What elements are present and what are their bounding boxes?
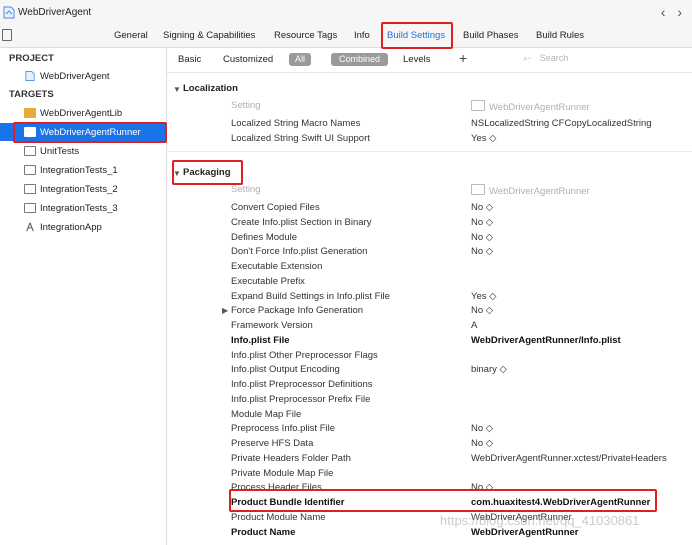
tab-resource-tags[interactable]: Resource Tags [274,30,337,41]
setting-name[interactable]: Preprocess Info.plist File [231,423,335,434]
setting-name[interactable]: Defines Module [231,232,297,243]
tab-build-rules[interactable]: Build Rules [536,30,584,41]
search-icon: ⌕◦ [523,53,532,63]
setting-name[interactable]: Create Info.plist Section in Binary [231,217,371,228]
setting-name[interactable]: Private Module Map File [231,468,333,479]
setting-name[interactable]: Info.plist File [231,335,290,346]
column-header-setting: Setting [231,100,261,111]
target-item[interactable]: IntegrationApp [0,218,166,236]
disclosure-closed-icon[interactable]: ▶ [222,306,228,315]
tab-build-phases[interactable]: Build Phases [463,30,518,41]
target-label: WebDriverAgentLib [40,107,123,119]
setting-value[interactable]: NSLocalizedString CFCopyLocalizedString [471,118,652,129]
search-placeholder: Search [539,53,569,63]
setting-value[interactable]: No ◇ [471,305,493,316]
tab-info[interactable]: Info [354,30,370,41]
setting-value[interactable]: No ◇ [471,438,493,449]
target-item[interactable]: IntegrationTests_2 [0,180,166,198]
setting-value[interactable]: binary ◇ [471,364,507,375]
target-item[interactable]: WebDriverAgentLib [0,104,166,122]
section-localization[interactable]: Localization [183,83,238,94]
setting-name[interactable]: Executable Prefix [231,276,305,287]
setting-value[interactable]: Yes ◇ [471,291,496,302]
target-label: IntegrationTests_1 [40,164,118,176]
setting-value[interactable]: A [471,320,477,331]
setting-name[interactable]: Product Module Name [231,512,326,523]
title-bar: WebDriverAgent ‹ › [0,0,692,24]
view-levels[interactable]: Levels [403,54,430,65]
setting-name[interactable]: Convert Copied Files [231,202,320,213]
setting-name[interactable]: Force Package Info Generation [231,305,363,316]
tab-general[interactable]: General [114,30,148,41]
folder-icon [24,146,36,156]
setting-name[interactable]: Executable Extension [231,261,322,272]
column-header-target: WebDriverAgentRunner [471,100,590,113]
watermark-text: https://blog.csdn.net/qq_41030861 [440,513,640,528]
setting-name[interactable]: Preserve HFS Data [231,438,313,449]
target-folder-icon [471,184,485,195]
setting-name[interactable]: Don't Force Info.plist Generation [231,246,367,257]
setting-name[interactable]: Framework Version [231,320,313,331]
setting-name[interactable]: Module Map File [231,409,301,420]
view-combined[interactable]: Combined [331,53,388,66]
setting-name[interactable]: Product Name [231,527,295,538]
setting-name[interactable]: Info.plist Preprocessor Prefix File [231,394,370,405]
project-file-icon [25,71,35,81]
target-item[interactable]: UnitTests [0,142,166,160]
setting-value[interactable]: No ◇ [471,217,493,228]
setting-value[interactable]: No ◇ [471,232,493,243]
project-item[interactable]: WebDriverAgent [0,67,166,85]
packaging-highlight [172,160,243,185]
targets-header: TARGETS [9,89,54,100]
setting-value[interactable]: WebDriverAgentRunner.xctest/PrivateHeade… [471,453,667,464]
target-label: IntegrationApp [40,221,102,233]
project-item-label: WebDriverAgent [40,70,110,82]
target-item[interactable]: IntegrationTests_1 [0,161,166,179]
target-label: UnitTests [40,145,80,157]
setting-value[interactable]: No ◇ [471,246,493,257]
setting-name[interactable]: Private Headers Folder Path [231,453,351,464]
filter-all[interactable]: All [289,53,311,66]
filter-customized[interactable]: Customized [223,54,273,65]
folder-icon [24,203,36,213]
setting-name[interactable]: Expand Build Settings in Info.plist File [231,291,390,302]
target-label: IntegrationTests_3 [40,202,118,214]
project-file-icon [3,6,15,18]
bundle-identifier-highlight [229,489,657,512]
setting-name[interactable]: Localized String Macro Names [231,118,360,129]
project-header: PROJECT [9,53,54,64]
filter-bar: Basic Customized All Combined Levels + ⌕… [167,48,692,73]
editor-tab-bar: General Signing & Capabilities Resource … [0,24,692,48]
section-divider [167,151,692,152]
target-folder-icon [471,100,485,111]
app-icon [26,222,34,232]
setting-name[interactable]: Info.plist Other Preprocessor Flags [231,350,378,361]
build-settings-editor: Basic Customized All Combined Levels + ⌕… [167,48,692,545]
setting-name[interactable]: Info.plist Output Encoding [231,364,340,375]
tab-signing-capabilities[interactable]: Signing & Capabilities [163,30,255,41]
search-field[interactable]: ⌕◦ Search [523,53,568,64]
setting-name[interactable]: Info.plist Preprocessor Definitions [231,379,373,390]
folder-icon [24,165,36,175]
disclosure-open-icon[interactable]: ▼ [173,85,181,94]
window-title: WebDriverAgent [18,6,92,18]
nav-arrows-icon[interactable]: ‹ › [661,4,686,20]
setting-value[interactable]: No ◇ [471,202,493,213]
setting-value[interactable]: Yes ◇ [471,133,496,144]
add-setting-button[interactable]: + [459,50,467,66]
filter-basic[interactable]: Basic [178,54,201,65]
library-icon [24,108,36,118]
setting-value[interactable]: WebDriverAgentRunner [471,527,579,538]
sidebar-toggle-icon[interactable] [2,29,12,41]
column-header-setting: Setting [231,184,261,195]
column-header-target: WebDriverAgentRunner [471,184,590,197]
target-label: IntegrationTests_2 [40,183,118,195]
setting-value[interactable]: WebDriverAgentRunner/Info.plist [471,335,621,346]
selected-target-highlight [13,122,167,143]
setting-value[interactable]: No ◇ [471,423,493,434]
folder-icon [24,184,36,194]
setting-name[interactable]: Localized String Swift UI Support [231,133,370,144]
target-item[interactable]: IntegrationTests_3 [0,199,166,217]
build-settings-highlight [381,22,453,49]
